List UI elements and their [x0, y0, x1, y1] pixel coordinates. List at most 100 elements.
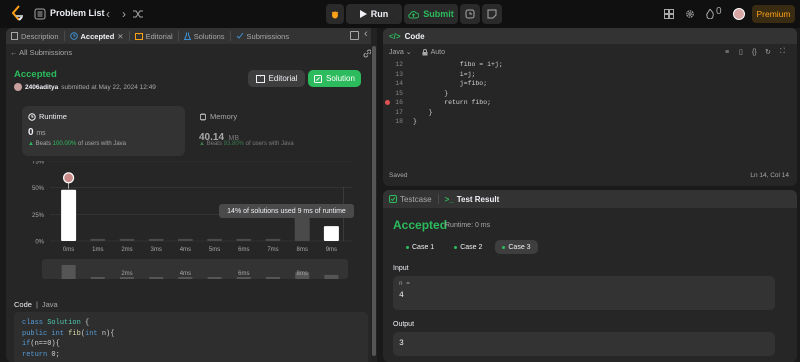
case-1-tab[interactable]: Case 1 — [399, 240, 441, 254]
pass-dot — [406, 245, 409, 249]
case-2-tab[interactable]: Case 2 — [447, 240, 489, 254]
timer-button[interactable] — [460, 4, 480, 24]
fire-streak-icon[interactable] — [706, 9, 714, 19]
close-tab-icon[interactable]: ✕ — [117, 32, 123, 41]
maximize-icon[interactable] — [350, 31, 359, 40]
overview-label: 6ms — [238, 271, 249, 277]
overview-label: 8ms — [297, 271, 308, 277]
notes-button[interactable] — [482, 4, 502, 24]
shuffle-icon[interactable] — [133, 9, 143, 19]
result-runtime: Runtime: 0 ms — [445, 222, 491, 229]
note-icon — [487, 9, 497, 19]
tab-editorial[interactable]: Editorial — [130, 32, 178, 41]
book-icon — [134, 32, 143, 40]
submitted-code[interactable]: class Solution { public int fib(int n){ … — [14, 312, 368, 362]
x-tick-label: 7ms — [267, 247, 278, 253]
breakpoint-marker[interactable] — [385, 100, 390, 105]
editorial-button[interactable]: Editorial — [248, 70, 305, 87]
lock-icon — [422, 48, 428, 55]
prev-problem-icon[interactable]: ‹ — [102, 7, 114, 21]
debug-button[interactable] — [326, 4, 344, 24]
chart-bar — [323, 226, 339, 241]
runtime-value: 0 ms — [28, 127, 46, 138]
submission-status: Accepted — [14, 69, 57, 80]
premium-button[interactable]: Premium — [752, 5, 795, 23]
terminal-icon: >_ — [444, 194, 454, 204]
run-button[interactable]: Run — [346, 4, 402, 24]
tab-test-result[interactable]: >_ Test Result — [445, 195, 500, 204]
x-tick-label: 8ms — [297, 247, 308, 253]
back-link[interactable]: ← All Submissions — [10, 48, 72, 57]
x-tick-label: 4ms — [180, 247, 191, 253]
x-tick-label: 5ms — [209, 247, 220, 253]
code-editor[interactable]: 12 13 14 15 16 17 18 fibo = i+j; i=j; j=… — [383, 60, 797, 160]
input-value: 4 — [399, 291, 404, 300]
format-icon[interactable]: ≡ — [725, 49, 729, 56]
coins-count: 0 — [716, 6, 722, 17]
submissions-icon — [236, 32, 243, 39]
output-value: 3 — [399, 339, 404, 348]
autocomplete-toggle[interactable]: Auto — [422, 49, 445, 56]
runtime-beats: ▲ Beats 100.00% of users with Java — [28, 141, 127, 147]
user-avatar[interactable] — [733, 8, 745, 20]
input-box: n = 4 — [393, 276, 775, 310]
x-tick-label: 2ms — [121, 247, 132, 253]
overview-bar — [61, 264, 76, 279]
chart-bar — [177, 238, 193, 241]
language-select[interactable]: Java ⌄ — [389, 48, 412, 56]
x-tick-label: 1ms — [92, 247, 103, 253]
submitter-info: 2406aditya submitted at May 22, 2024 12:… — [14, 83, 156, 91]
case-tabs: Case 1 Case 2 Case 3 — [399, 240, 538, 254]
code-line: return fibo; — [413, 99, 492, 106]
code-editor-panel: </> Code Java ⌄ Auto ≡ ▯ {} ↻ ⛶ 12 13 14… — [383, 28, 797, 186]
cloud-upload-icon — [408, 10, 420, 18]
tab-solutions[interactable]: Solutions — [179, 32, 230, 41]
reset-icon[interactable]: ↻ — [765, 48, 771, 56]
memory-chip-icon — [200, 112, 206, 121]
pass-dot — [454, 245, 458, 249]
left-panel-scrollbar[interactable] — [371, 28, 377, 362]
memory-label: Memory — [199, 112, 237, 121]
username[interactable]: 2406aditya — [25, 84, 58, 91]
code-line: } — [413, 108, 433, 116]
submit-button[interactable]: Submit — [404, 4, 458, 24]
scrollbar-thumb[interactable] — [372, 46, 376, 356]
case-3-tab[interactable]: Case 3 — [495, 240, 538, 254]
chart-bar — [61, 189, 77, 241]
tab-submissions[interactable]: Submissions — [231, 32, 295, 41]
problem-list-link[interactable]: Problem List — [50, 8, 105, 18]
bookmark-icon[interactable]: ▯ — [739, 48, 743, 56]
code-line: if(n==0){ — [22, 340, 60, 348]
solution-button[interactable]: Solution — [308, 70, 361, 87]
x-tick-label: 0ms — [63, 247, 74, 253]
x-tick-label: 3ms — [151, 247, 162, 253]
overview-bar — [266, 277, 280, 279]
layout-grid-icon[interactable] — [664, 9, 674, 19]
tab-description[interactable]: Description — [6, 32, 64, 41]
line-number: 14 — [395, 80, 403, 87]
pass-dot — [502, 245, 506, 249]
braces-icon[interactable]: {} — [752, 49, 757, 56]
problem-list-icon[interactable] — [34, 8, 46, 20]
overview-label: 2ms — [121, 271, 132, 277]
tab-divider — [437, 194, 439, 204]
fullscreen-icon[interactable]: ⛶ — [780, 48, 785, 56]
memory-card[interactable]: Memory 40.14 MB ▲ Beats 93.80% of users … — [199, 106, 359, 156]
user-avatar — [14, 83, 22, 91]
play-icon — [359, 10, 367, 18]
line-number: 17 — [395, 108, 403, 116]
tab-testcase[interactable]: Testcase — [389, 195, 432, 204]
next-problem-icon[interactable]: › — [118, 7, 130, 21]
runtime-distribution-chart[interactable]: 75% 50% 25% 0% 0ms 1ms 2ms 3ms 4ms 5ms 6ms 7ms 8ms 9m… — [22, 161, 352, 285]
runtime-card[interactable]: Runtime 0 ms ▲ Beats 100.00% of users wi… — [22, 106, 185, 156]
save-status: Saved — [389, 172, 408, 179]
leetcode-logo-icon[interactable] — [10, 5, 26, 23]
overview-label: 4ms — [180, 271, 191, 277]
tab-accepted[interactable]: Accepted ✕ — [65, 32, 129, 41]
settings-gear-icon[interactable] — [685, 9, 695, 19]
collapse-chevron-icon[interactable]: ‹ — [364, 28, 368, 40]
overview-bar — [324, 274, 339, 279]
user-avatar-marker — [62, 172, 75, 184]
chart-bar — [294, 216, 310, 241]
code-line: fibo = i+j; — [413, 61, 503, 68]
